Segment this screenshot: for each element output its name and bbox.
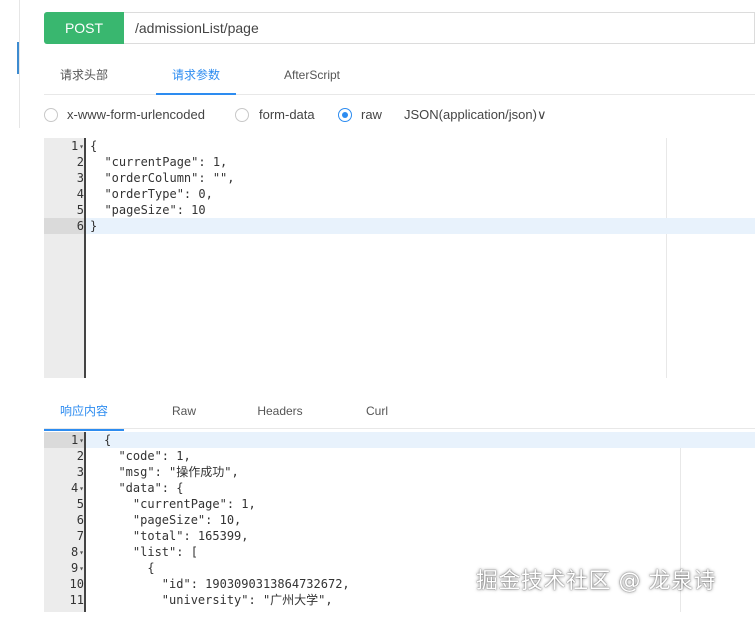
line-number: 5 [76,497,84,511]
tab-label: AfterScript [283,68,340,82]
line-number: 4 [44,480,84,496]
tab-request-headers[interactable]: 请求头部 [44,58,124,94]
request-editor-print-margin [666,138,667,378]
line-number: 2 [76,155,84,169]
code-line: "pageSize": 10 [90,203,206,217]
tab-request-params[interactable]: 请求参数 [156,58,236,95]
response-active-line [86,432,755,448]
tab-headers[interactable]: Headers [244,394,316,430]
tab-label: 请求头部 [59,68,108,82]
code-line: "list": [ [104,545,198,559]
code-line: "code": 1, [104,449,191,463]
code-line: "total": 165399, [104,529,249,543]
line-number: 6 [76,513,84,527]
tab-curl[interactable]: Curl [350,394,404,430]
tab-label: Headers [257,404,303,418]
request-editor-gutter-border [84,138,86,378]
line-number: 9 [44,560,84,576]
code-line: "orderType": 0, [90,187,213,201]
response-tabs: 响应内容 Raw Headers Curl [44,394,755,431]
tab-raw[interactable]: Raw [154,394,214,430]
radio-raw[interactable] [338,108,352,122]
line-number: 4 [76,187,84,201]
tab-response-content[interactable]: 响应内容 [44,394,124,431]
url-input[interactable]: /admissionList/page [135,12,259,44]
line-number: 3 [76,171,84,185]
request-tabs: 请求头部 请求参数 AfterScript [44,58,755,95]
code-line: "pageSize": 10, [104,513,242,527]
radio-label-raw[interactable]: raw [361,105,382,125]
line-number: 5 [76,203,84,217]
tab-afterscript[interactable]: AfterScript [268,58,356,94]
radio-label-form-data[interactable]: form-data [259,105,315,125]
line-number: 3 [76,465,84,479]
tab-label: Curl [365,404,388,418]
body-type-selector: x-www-form-urlencoded form-data raw JSON… [44,105,755,127]
tab-label: 响应内容 [59,404,108,418]
left-rail [0,0,20,612]
response-editor-gutter-border [84,432,86,612]
rail-active-marker [17,42,19,74]
line-number: 10 [69,577,84,591]
code-line: } [90,219,98,233]
watermark: 掘金技术社区 @ 龙泉诗 [476,569,716,594]
line-number: 2 [76,449,84,463]
radio-form-data[interactable] [235,108,249,122]
code-line: "msg": "操作成功", [104,465,239,479]
line-number: 1 [44,432,84,448]
line-number: 11 [69,593,84,607]
line-number: 8 [44,544,84,560]
line-number: 7 [76,529,84,543]
code-line: "currentPage": 1, [104,497,256,511]
radio-label-urlencoded[interactable]: x-www-form-urlencoded [67,105,205,125]
rail-divider [19,0,20,128]
tab-label: 请求参数 [171,68,220,82]
content-type-dropdown[interactable]: JSON(application/json)∨ [404,105,546,125]
request-active-line [86,218,755,234]
line-number: 6 [76,219,84,233]
code-line: "id": 1903090313864732672, [104,577,350,591]
code-line: { [104,561,155,575]
request-body-editor[interactable]: 1 2 3 4 5 6 { "currentPage": 1, "orderCo… [44,138,755,378]
tab-label: Raw [171,404,196,418]
code-line: { [104,433,112,447]
line-number: 1 [44,138,84,154]
method-button[interactable]: POST [44,12,124,44]
radio-urlencoded[interactable] [44,108,58,122]
code-line: "university": "广州大学", [104,593,333,607]
code-line: { [90,139,98,153]
code-line: "orderColumn": "", [90,171,235,185]
code-line: "data": { [104,481,184,495]
code-line: "currentPage": 1, [90,155,228,169]
